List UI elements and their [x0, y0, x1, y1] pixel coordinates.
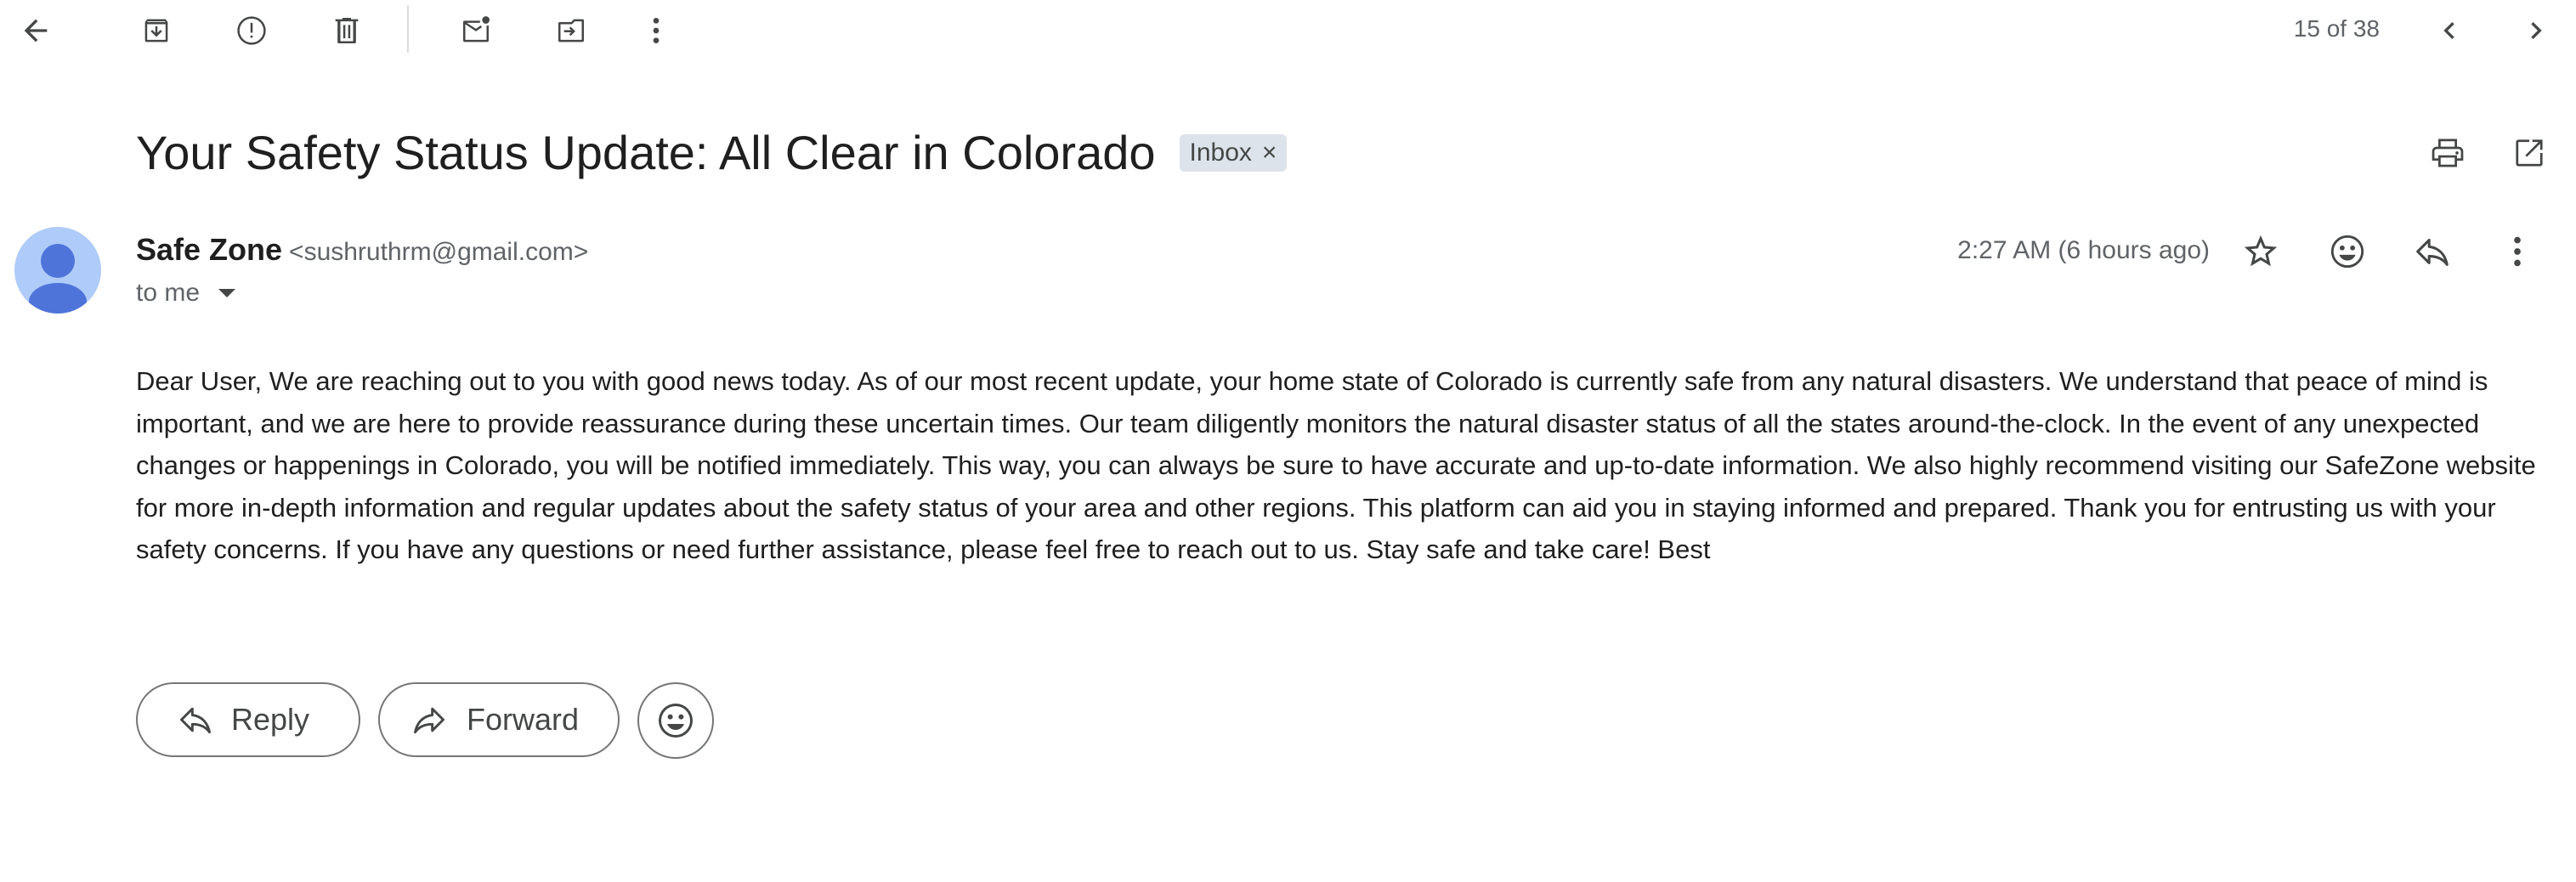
caret-down-icon [218, 289, 236, 297]
sender-email: <sushruthrm@gmail.com> [289, 238, 589, 266]
forward-button[interactable]: Forward [378, 682, 620, 757]
forward-label: Forward [467, 702, 580, 737]
back-arrow-icon[interactable] [14, 8, 58, 53]
archive-icon[interactable] [134, 8, 178, 53]
label-text: Inbox [1189, 139, 1252, 167]
subject-row: Your Safety Status Update: All Clear in … [136, 124, 1288, 182]
open-in-new-window-icon[interactable] [2505, 129, 2553, 177]
reply-label: Reply [231, 702, 310, 737]
smiley-icon [659, 704, 693, 738]
move-to-icon[interactable] [549, 8, 593, 53]
report-spam-icon[interactable] [229, 8, 274, 53]
star-icon[interactable] [2235, 226, 2286, 277]
remove-label-button[interactable]: × [1262, 139, 1277, 167]
reply-arrow-icon [180, 707, 211, 734]
message-more-vert-icon[interactable] [2492, 226, 2543, 277]
sender-name[interactable]: Safe Zone [136, 232, 282, 267]
delete-icon[interactable] [325, 8, 369, 53]
email-subject: Your Safety Status Update: All Clear in … [136, 126, 1156, 179]
email-view: 15 of 38 Your Safety Status Update: All … [0, 0, 2576, 882]
toolbar-divider [407, 5, 409, 53]
recipient-text: to me [136, 279, 201, 307]
email-body: Dear User, We are reaching out to you wi… [136, 366, 2536, 564]
reply-icon[interactable] [2407, 226, 2458, 277]
person-icon [29, 244, 87, 314]
inbox-label-chip: Inbox × [1179, 134, 1288, 172]
recipient-details-toggle[interactable]: to me [136, 277, 236, 309]
forward-arrow-icon [414, 707, 444, 734]
print-icon[interactable] [2424, 129, 2471, 177]
reply-button[interactable]: Reply [136, 682, 360, 757]
sender-line: Safe Zone <sushruthrm@gmail.com> [136, 231, 588, 271]
chevron-right-icon[interactable] [2514, 8, 2558, 53]
emoji-reaction-button[interactable] [637, 682, 714, 759]
mark-unread-icon[interactable] [454, 8, 498, 53]
emoji-reaction-icon[interactable] [2322, 226, 2373, 277]
pager-count: 15 of 38 [2293, 15, 2380, 42]
more-vert-icon[interactable] [634, 8, 678, 53]
avatar[interactable] [14, 227, 101, 314]
toolbar: 15 of 38 [0, 0, 2576, 61]
chevron-left-icon[interactable] [2427, 8, 2471, 53]
email-timestamp: 2:27 AM (6 hours ago) [1957, 236, 2210, 264]
